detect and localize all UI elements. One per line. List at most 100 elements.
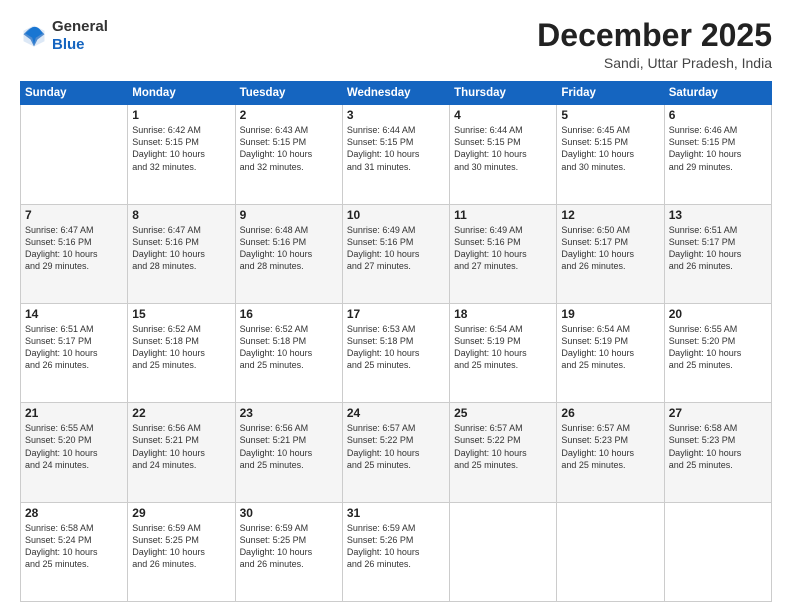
cell-info: Sunrise: 6:44 AM Sunset: 5:15 PM Dayligh… — [454, 124, 552, 173]
calendar-cell: 22 Sunrise: 6:56 AM Sunset: 5:21 PM Dayli… — [128, 403, 235, 502]
day-header-tuesday: Tuesday — [235, 82, 342, 105]
day-number: 19 — [561, 307, 659, 321]
day-number: 15 — [132, 307, 230, 321]
day-header-sunday: Sunday — [21, 82, 128, 105]
calendar-cell: 28Sunrise: 6:58 AM Sunset: 5:24 PM Dayli… — [21, 502, 128, 601]
cell-info: Sunrise: 6:59 AM Sunset: 5:26 PM Dayligh… — [347, 522, 445, 571]
day-number: 16 — [240, 307, 338, 321]
cell-info: Sunrise: 6:53 AM Sunset: 5:18 PM Dayligh… — [347, 323, 445, 372]
calendar-week-row: 1 Sunrise: 6:42 AM Sunset: 5:15 PM Daylig… — [21, 105, 772, 204]
cell-info: Sunrise: 6:50 AM Sunset: 5:17 PM Dayligh… — [561, 224, 659, 273]
day-number: 21 — [25, 406, 123, 420]
calendar-cell: 17 Sunrise: 6:53 AM Sunset: 5:18 PM Dayli… — [342, 303, 449, 402]
day-number: 14 — [25, 307, 123, 321]
day-number: 29 — [132, 506, 230, 520]
header: General Blue December 2025 Sandi, Uttar … — [20, 18, 772, 71]
cell-info: Sunrise: 6:52 AM Sunset: 5:18 PM Dayligh… — [240, 323, 338, 372]
cell-info: Sunrise: 6:57 AM Sunset: 5:22 PM Dayligh… — [454, 422, 552, 471]
cell-info: Sunrise: 6:46 AM Sunset: 5:15 PM Dayligh… — [669, 124, 767, 173]
day-number: 2 — [240, 108, 338, 122]
day-header-saturday: Saturday — [664, 82, 771, 105]
calendar-cell: 15 Sunrise: 6:52 AM Sunset: 5:18 PM Dayli… — [128, 303, 235, 402]
cell-info: Sunrise: 6:49 AM Sunset: 5:16 PM Dayligh… — [454, 224, 552, 273]
cell-info: Sunrise: 6:43 AM Sunset: 5:15 PM Dayligh… — [240, 124, 338, 173]
calendar-cell: 23Sunrise: 6:56 AM Sunset: 5:21 PM Dayli… — [235, 403, 342, 502]
calendar-cell: 10 Sunrise: 6:49 AM Sunset: 5:16 PM Dayli… — [342, 204, 449, 303]
cell-info: Sunrise: 6:59 AM Sunset: 5:25 PM Dayligh… — [240, 522, 338, 571]
day-number: 11 — [454, 208, 552, 222]
calendar-cell: 26 Sunrise: 6:57 AM Sunset: 5:23 PM Dayli… — [557, 403, 664, 502]
calendar-cell: 24Sunrise: 6:57 AM Sunset: 5:22 PM Dayli… — [342, 403, 449, 502]
calendar-cell: 20Sunrise: 6:55 AM Sunset: 5:20 PM Dayli… — [664, 303, 771, 402]
calendar-week-row: 14 Sunrise: 6:51 AM Sunset: 5:17 PM Dayli… — [21, 303, 772, 402]
calendar-cell — [21, 105, 128, 204]
calendar-cell: 8 Sunrise: 6:47 AM Sunset: 5:16 PM Daylig… — [128, 204, 235, 303]
day-number: 5 — [561, 108, 659, 122]
calendar-cell — [664, 502, 771, 601]
day-number: 22 — [132, 406, 230, 420]
calendar-cell: 21 Sunrise: 6:55 AM Sunset: 5:20 PM Dayli… — [21, 403, 128, 502]
logo-blue: Blue — [52, 36, 108, 54]
day-number: 18 — [454, 307, 552, 321]
calendar-cell — [450, 502, 557, 601]
calendar-cell: 14 Sunrise: 6:51 AM Sunset: 5:17 PM Dayli… — [21, 303, 128, 402]
day-number: 27 — [669, 406, 767, 420]
day-header-monday: Monday — [128, 82, 235, 105]
page: General Blue December 2025 Sandi, Uttar … — [0, 0, 792, 612]
calendar-cell: 5Sunrise: 6:45 AM Sunset: 5:15 PM Daylig… — [557, 105, 664, 204]
day-number: 6 — [669, 108, 767, 122]
cell-info: Sunrise: 6:58 AM Sunset: 5:24 PM Dayligh… — [25, 522, 123, 571]
day-number: 30 — [240, 506, 338, 520]
day-number: 7 — [25, 208, 123, 222]
day-number: 13 — [669, 208, 767, 222]
calendar-cell: 12 Sunrise: 6:50 AM Sunset: 5:17 PM Dayli… — [557, 204, 664, 303]
calendar-cell: 27Sunrise: 6:58 AM Sunset: 5:23 PM Dayli… — [664, 403, 771, 502]
day-number: 10 — [347, 208, 445, 222]
cell-info: Sunrise: 6:47 AM Sunset: 5:16 PM Dayligh… — [132, 224, 230, 273]
cell-info: Sunrise: 6:49 AM Sunset: 5:16 PM Dayligh… — [347, 224, 445, 273]
cell-info: Sunrise: 6:56 AM Sunset: 5:21 PM Dayligh… — [132, 422, 230, 471]
day-number: 17 — [347, 307, 445, 321]
day-number: 1 — [132, 108, 230, 122]
logo-icon — [20, 22, 48, 50]
calendar-table: SundayMondayTuesdayWednesdayThursdayFrid… — [20, 81, 772, 602]
cell-info: Sunrise: 6:59 AM Sunset: 5:25 PM Dayligh… — [132, 522, 230, 571]
day-number: 4 — [454, 108, 552, 122]
day-number: 12 — [561, 208, 659, 222]
calendar-cell: 1 Sunrise: 6:42 AM Sunset: 5:15 PM Daylig… — [128, 105, 235, 204]
day-number: 9 — [240, 208, 338, 222]
calendar-cell: 4 Sunrise: 6:44 AM Sunset: 5:15 PM Daylig… — [450, 105, 557, 204]
cell-info: Sunrise: 6:57 AM Sunset: 5:23 PM Dayligh… — [561, 422, 659, 471]
calendar-week-row: 7 Sunrise: 6:47 AM Sunset: 5:16 PM Daylig… — [21, 204, 772, 303]
calendar-cell: 19 Sunrise: 6:54 AM Sunset: 5:19 PM Dayli… — [557, 303, 664, 402]
cell-info: Sunrise: 6:56 AM Sunset: 5:21 PM Dayligh… — [240, 422, 338, 471]
cell-info: Sunrise: 6:54 AM Sunset: 5:19 PM Dayligh… — [561, 323, 659, 372]
calendar-cell: 11 Sunrise: 6:49 AM Sunset: 5:16 PM Dayli… — [450, 204, 557, 303]
calendar-cell: 31 Sunrise: 6:59 AM Sunset: 5:26 PM Dayli… — [342, 502, 449, 601]
day-number: 26 — [561, 406, 659, 420]
calendar-cell: 13 Sunrise: 6:51 AM Sunset: 5:17 PM Dayli… — [664, 204, 771, 303]
calendar-cell: 3Sunrise: 6:44 AM Sunset: 5:15 PM Daylig… — [342, 105, 449, 204]
day-number: 24 — [347, 406, 445, 420]
cell-info: Sunrise: 6:42 AM Sunset: 5:15 PM Dayligh… — [132, 124, 230, 173]
location: Sandi, Uttar Pradesh, India — [537, 55, 772, 71]
calendar-cell: 25Sunrise: 6:57 AM Sunset: 5:22 PM Dayli… — [450, 403, 557, 502]
calendar-header-row: SundayMondayTuesdayWednesdayThursdayFrid… — [21, 82, 772, 105]
calendar-cell: 6 Sunrise: 6:46 AM Sunset: 5:15 PM Daylig… — [664, 105, 771, 204]
cell-info: Sunrise: 6:51 AM Sunset: 5:17 PM Dayligh… — [25, 323, 123, 372]
cell-info: Sunrise: 6:52 AM Sunset: 5:18 PM Dayligh… — [132, 323, 230, 372]
month-title: December 2025 — [537, 18, 772, 53]
cell-info: Sunrise: 6:51 AM Sunset: 5:17 PM Dayligh… — [669, 224, 767, 273]
calendar-cell — [557, 502, 664, 601]
calendar-cell: 7 Sunrise: 6:47 AM Sunset: 5:16 PM Daylig… — [21, 204, 128, 303]
calendar-cell: 16 Sunrise: 6:52 AM Sunset: 5:18 PM Dayli… — [235, 303, 342, 402]
day-number: 31 — [347, 506, 445, 520]
day-header-thursday: Thursday — [450, 82, 557, 105]
cell-info: Sunrise: 6:55 AM Sunset: 5:20 PM Dayligh… — [669, 323, 767, 372]
title-block: December 2025 Sandi, Uttar Pradesh, Indi… — [537, 18, 772, 71]
cell-info: Sunrise: 6:54 AM Sunset: 5:19 PM Dayligh… — [454, 323, 552, 372]
day-header-friday: Friday — [557, 82, 664, 105]
cell-info: Sunrise: 6:47 AM Sunset: 5:16 PM Dayligh… — [25, 224, 123, 273]
day-number: 8 — [132, 208, 230, 222]
cell-info: Sunrise: 6:55 AM Sunset: 5:20 PM Dayligh… — [25, 422, 123, 471]
